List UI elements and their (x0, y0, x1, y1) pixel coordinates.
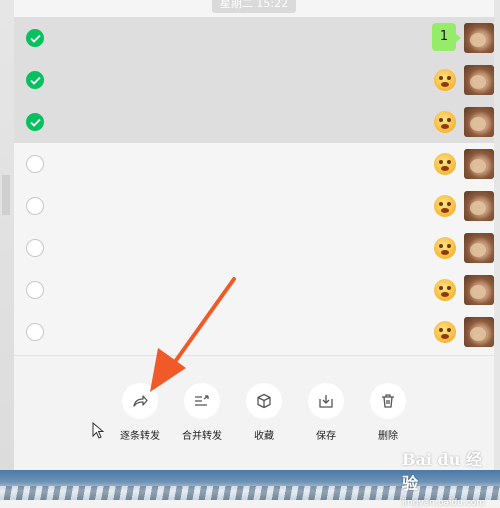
action-label: 合并转发 (182, 431, 222, 442)
delete-button[interactable]: 删除 (358, 383, 418, 442)
favorite-cube-icon[interactable] (246, 383, 282, 419)
check-icon (30, 76, 41, 85)
mouse-cursor-icon (92, 422, 104, 439)
selected-checkbox[interactable] (26, 29, 44, 47)
timestamp-label: 星期二 15:22 (211, 0, 297, 13)
message-row[interactable] (14, 269, 494, 311)
forward-one-by-one-button[interactable]: 逐条转发 (110, 383, 170, 442)
message-row[interactable] (14, 185, 494, 227)
avatar[interactable] (464, 275, 494, 305)
avatar[interactable] (464, 191, 494, 221)
action-label: 收藏 (254, 431, 274, 442)
message-timestamp: 星期二 15:22 (14, 0, 494, 13)
avatar[interactable] (464, 149, 494, 179)
emoji-sticker-icon (434, 279, 456, 301)
check-icon (30, 118, 41, 127)
emoji-sticker-icon (434, 111, 456, 133)
save-button[interactable]: 保存 (296, 383, 356, 442)
watermark-logo: Bai du 经验 (402, 450, 482, 493)
unselected-checkbox[interactable] (26, 239, 44, 257)
emoji-sticker-icon (434, 237, 456, 259)
message-row[interactable] (14, 59, 494, 101)
action-label: 保存 (316, 431, 336, 442)
avatar[interactable] (464, 107, 494, 137)
message-row[interactable]: 1 (14, 17, 494, 59)
avatar[interactable] (464, 23, 494, 53)
baidu-jingyan-watermark: Bai du 经验 jingyan.baidu.com (402, 446, 492, 508)
message-row[interactable] (14, 143, 494, 185)
avatar[interactable] (464, 233, 494, 263)
unselected-checkbox[interactable] (26, 281, 44, 299)
avatar[interactable] (464, 65, 494, 95)
avatar[interactable] (464, 317, 494, 347)
emoji-sticker-icon (434, 69, 456, 91)
message-row[interactable] (14, 311, 494, 353)
save-download-icon[interactable] (308, 383, 344, 419)
unselected-checkbox[interactable] (26, 323, 44, 341)
merge-forward-button[interactable]: 合并转发 (172, 383, 232, 442)
emoji-sticker-icon (434, 321, 456, 343)
selected-checkbox[interactable] (26, 71, 44, 89)
unselected-checkbox[interactable] (26, 155, 44, 173)
check-icon (30, 34, 41, 43)
message-row[interactable] (14, 227, 494, 269)
forward-icon[interactable] (122, 383, 158, 419)
emoji-sticker-icon (434, 195, 456, 217)
emoji-sticker-icon (434, 153, 456, 175)
text-message-bubble: 1 (432, 23, 461, 51)
unselected-checkbox[interactable] (26, 197, 44, 215)
merge-forward-icon[interactable] (184, 383, 220, 419)
message-row[interactable] (14, 101, 494, 143)
chat-message-list: 星期二 15:22 1 (14, 0, 494, 356)
trash-icon[interactable] (370, 383, 406, 419)
favorite-button[interactable]: 收藏 (234, 383, 294, 442)
selected-checkbox[interactable] (26, 113, 44, 131)
action-label: 逐条转发 (120, 431, 160, 442)
action-label: 删除 (378, 431, 398, 442)
